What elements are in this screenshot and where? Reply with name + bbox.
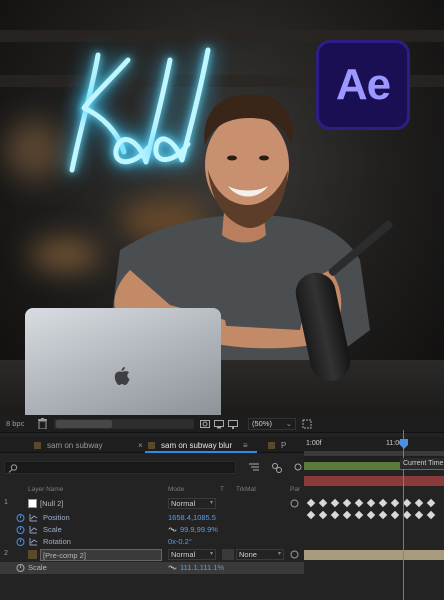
stopwatch-icon[interactable] [16, 525, 25, 534]
graph-icon[interactable] [29, 537, 38, 546]
precomp-icon[interactable] [28, 550, 37, 559]
keyframe-icon[interactable] [306, 510, 316, 520]
layer-row[interactable]: 1 [Null 2] Normal ▾ [0, 498, 304, 510]
current-time-tooltip: Current Time [400, 458, 444, 469]
keyframe-icon[interactable] [318, 498, 328, 508]
property-row[interactable]: Scale 99.9,99.9% [0, 524, 304, 536]
property-row[interactable]: Scale 111.1,111.1% [0, 562, 304, 574]
region-icon[interactable] [302, 419, 312, 429]
display-icon[interactable] [228, 419, 238, 429]
blend-mode-dropdown[interactable]: Normal ▾ [168, 498, 216, 509]
layer-name[interactable]: [Null 2] [40, 499, 63, 508]
layer-duration-bar[interactable] [304, 550, 444, 560]
keyframe-icon[interactable] [342, 498, 352, 508]
constrain-proportions-icon[interactable] [168, 525, 177, 534]
label-color-icon[interactable] [28, 499, 37, 508]
blend-mode-dropdown[interactable]: Normal ▾ [168, 549, 216, 560]
tab-close-button[interactable]: × [138, 439, 143, 452]
comp-flowchart-icon[interactable] [248, 461, 260, 474]
after-effects-panel: 8 bpc (50%) ⌄ sam on subway × sam on sub… [0, 415, 444, 600]
tab-other[interactable]: P [268, 439, 286, 452]
keyframe-icon[interactable] [366, 510, 376, 520]
motion-blur-icon[interactable] [292, 461, 304, 474]
layer-duration-bar[interactable] [304, 476, 444, 486]
keyframe-icon[interactable] [426, 510, 436, 520]
track-matte-dropdown[interactable]: None ▾ [236, 549, 284, 560]
stopwatch-icon[interactable] [16, 563, 25, 572]
scrollbar-thumb[interactable] [56, 420, 112, 428]
property-value[interactable]: 111.1,111.1% [180, 563, 224, 572]
draft-3d-icon[interactable] [271, 461, 283, 474]
keyframe-icon[interactable] [426, 498, 436, 508]
keyframe-icon[interactable] [378, 498, 388, 508]
parent-pickwhip-icon[interactable] [290, 550, 299, 559]
keyframe-icon[interactable] [306, 498, 316, 508]
ruler-start-label: 1:00f [306, 440, 322, 447]
snapshot-icon[interactable] [200, 419, 210, 429]
comp-swatch-icon [148, 442, 155, 450]
graph-icon[interactable] [29, 513, 38, 522]
keyframe-icon[interactable] [366, 498, 376, 508]
keyframe-icon[interactable] [342, 510, 352, 520]
column-mode[interactable]: Mode [168, 486, 184, 493]
keyframe-icon[interactable] [414, 498, 424, 508]
keyframe-icon[interactable] [414, 510, 424, 520]
laptop [25, 308, 221, 415]
keyframe-icon[interactable] [354, 498, 364, 508]
keyframe-icon[interactable] [390, 510, 400, 520]
comp-swatch-icon [268, 442, 275, 450]
stopwatch-icon[interactable] [16, 537, 25, 546]
column-layer-name[interactable]: Layer Name [28, 486, 63, 493]
keyframe-icon[interactable] [330, 510, 340, 520]
keyframe-row[interactable] [304, 498, 444, 508]
constrain-proportions-icon[interactable] [168, 563, 177, 572]
stopwatch-icon[interactable] [16, 513, 25, 522]
keyframe-icon[interactable] [402, 510, 412, 520]
property-value[interactable]: 0x-0.2° [168, 537, 192, 546]
parent-pickwhip-icon[interactable] [290, 499, 299, 508]
keyframe-icon[interactable] [330, 498, 340, 508]
layer-name-field[interactable]: [Pre-comp 2] [40, 549, 162, 561]
comp-swatch-icon [34, 442, 41, 450]
trash-icon[interactable] [38, 418, 47, 429]
show-snapshot-icon[interactable] [214, 419, 224, 429]
preserve-transparency-toggle[interactable] [222, 549, 234, 560]
active-tab-indicator [145, 451, 257, 453]
property-row[interactable]: Position 1658.4,1085.5 [0, 512, 304, 524]
keyframe-icon[interactable] [390, 498, 400, 508]
work-area-bar[interactable] [304, 451, 444, 456]
apple-logo-icon [114, 367, 130, 385]
chevron-down-icon: ▾ [209, 500, 213, 506]
column-t[interactable]: T [220, 486, 224, 493]
property-value[interactable]: 1658.4,1085.5 [168, 513, 216, 522]
graph-icon[interactable] [29, 525, 38, 534]
viewer-toolbar: 8 bpc (50%) ⌄ [0, 415, 444, 433]
tab-sam-on-subway[interactable]: sam on subway [34, 439, 103, 452]
chevron-down-icon: ▾ [209, 551, 213, 557]
chevron-down-icon: ▾ [277, 551, 281, 557]
column-parent[interactable]: Par [290, 486, 300, 493]
bit-depth-toggle[interactable]: 8 bpc [6, 419, 24, 428]
property-value[interactable]: 99.9,99.9% [180, 525, 218, 534]
property-row[interactable]: Rotation 0x-0.2° [0, 536, 304, 548]
search-icon [8, 464, 18, 473]
timeline-area[interactable] [304, 462, 444, 600]
keyframe-icon[interactable] [318, 510, 328, 520]
zoom-dropdown[interactable]: (50%) ⌄ [248, 418, 296, 430]
column-trkmat[interactable]: TrkMat [236, 486, 256, 493]
current-time-line [403, 430, 404, 600]
keyframe-icon[interactable] [402, 498, 412, 508]
keyframe-row[interactable] [304, 510, 444, 520]
current-time-indicator[interactable] [400, 439, 408, 449]
layer-row[interactable]: 2 [Pre-comp 2] Normal ▾ None ▾ [0, 549, 304, 561]
keyframe-icon[interactable] [378, 510, 388, 520]
layer-column-header: Layer Name Mode T TrkMat Par [0, 485, 304, 496]
video-frame: Ae [0, 0, 444, 415]
layer-search-input[interactable] [4, 461, 236, 474]
keyframe-icon[interactable] [354, 510, 364, 520]
chevron-down-icon: ⌄ [285, 419, 292, 428]
